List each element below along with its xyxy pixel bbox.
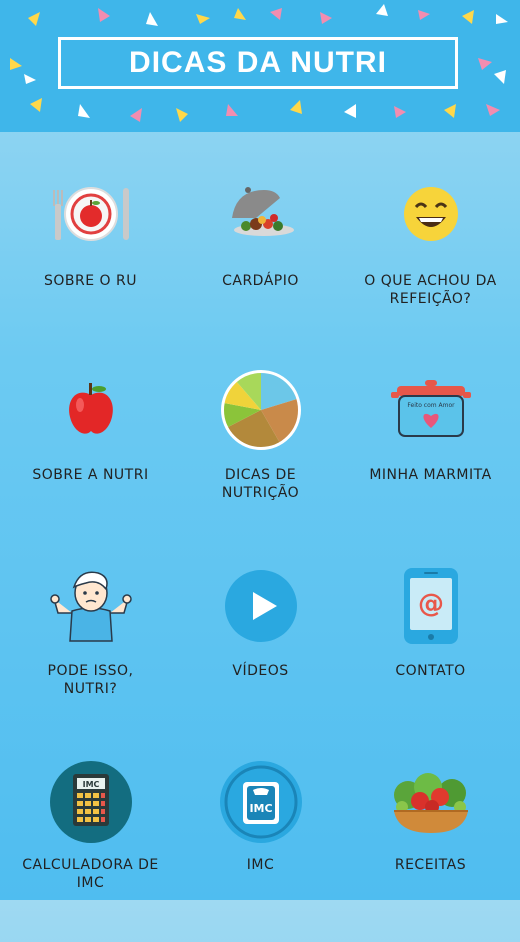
phone-email-icon: @: [381, 556, 481, 656]
scale-text: IMC: [249, 802, 272, 815]
play-icon: [211, 556, 311, 656]
menu-item-label: CONTATO: [395, 663, 466, 679]
menu-item-sobre-a-nutri[interactable]: SOBRE A NUTRI: [4, 360, 177, 550]
lunch-pot-icon: Feito com Amor: [381, 360, 481, 460]
menu-item-calculadora-imc[interactable]: IMC CALCULADORA DE IMC: [4, 752, 177, 942]
menu-item-imc[interactable]: IMC IMC: [174, 752, 347, 942]
menu-item-label: O QUE ACHOU DA REFEIÇÃO?: [364, 273, 497, 307]
menu-item-videos[interactable]: VÍDEOS: [174, 556, 347, 746]
pot-text: Feito com Amor: [407, 402, 455, 409]
menu-item-minha-marmita[interactable]: Feito com Amor MINHA MARMITA: [344, 360, 517, 550]
menu-item-receitas[interactable]: RECEITAS: [344, 752, 517, 942]
menu-item-label: IMC: [246, 857, 275, 873]
calculator-text: IMC: [82, 780, 99, 789]
scale-icon: IMC: [211, 752, 311, 852]
menu-item-label: MINHA MARMITA: [369, 467, 492, 483]
serving-dish-icon: [211, 164, 311, 264]
menu-grid: SOBRE O RU CARDÁPIO O QUE ACHOU DA REFEI…: [0, 132, 520, 900]
menu-item-label: CARDÁPIO: [222, 273, 299, 289]
menu-item-label: VÍDEOS: [232, 663, 289, 679]
menu-item-pode-isso-nutri[interactable]: PODE ISSO, NUTRI?: [4, 556, 177, 746]
shrugging-nutritionist-icon: [41, 556, 141, 656]
menu-item-contato[interactable]: @ CONTATO: [344, 556, 517, 746]
menu-item-label: PODE ISSO, NUTRI?: [47, 663, 134, 697]
app-title: DICAS DA NUTRI: [129, 46, 387, 79]
menu-item-o-que-achou[interactable]: O QUE ACHOU DA REFEIÇÃO?: [344, 164, 517, 354]
title-frame: DICAS DA NUTRI: [58, 37, 458, 89]
apple-icon: [41, 360, 141, 460]
menu-item-cardapio[interactable]: CARDÁPIO: [174, 164, 347, 354]
food-wheel-icon: [211, 360, 311, 460]
menu-item-label: SOBRE A NUTRI: [32, 467, 149, 483]
app-header: DICAS DA NUTRI: [0, 0, 520, 132]
menu-item-label: RECEITAS: [394, 857, 467, 873]
plate-apple-icon: [41, 164, 141, 264]
svg-text:@: @: [418, 589, 444, 619]
menu-item-label: DICAS DE NUTRIÇÃO: [221, 467, 300, 501]
calculator-icon: IMC: [41, 752, 141, 852]
menu-item-label: SOBRE O RU: [44, 273, 137, 289]
salad-bowl-icon: [381, 752, 481, 852]
menu-item-label: CALCULADORA DE IMC: [22, 857, 159, 891]
menu-item-dicas-de-nutricao[interactable]: DICAS DE NUTRIÇÃO: [174, 360, 347, 550]
menu-item-sobre-o-ru[interactable]: SOBRE O RU: [4, 164, 177, 354]
smiley-face-icon: [381, 164, 481, 264]
